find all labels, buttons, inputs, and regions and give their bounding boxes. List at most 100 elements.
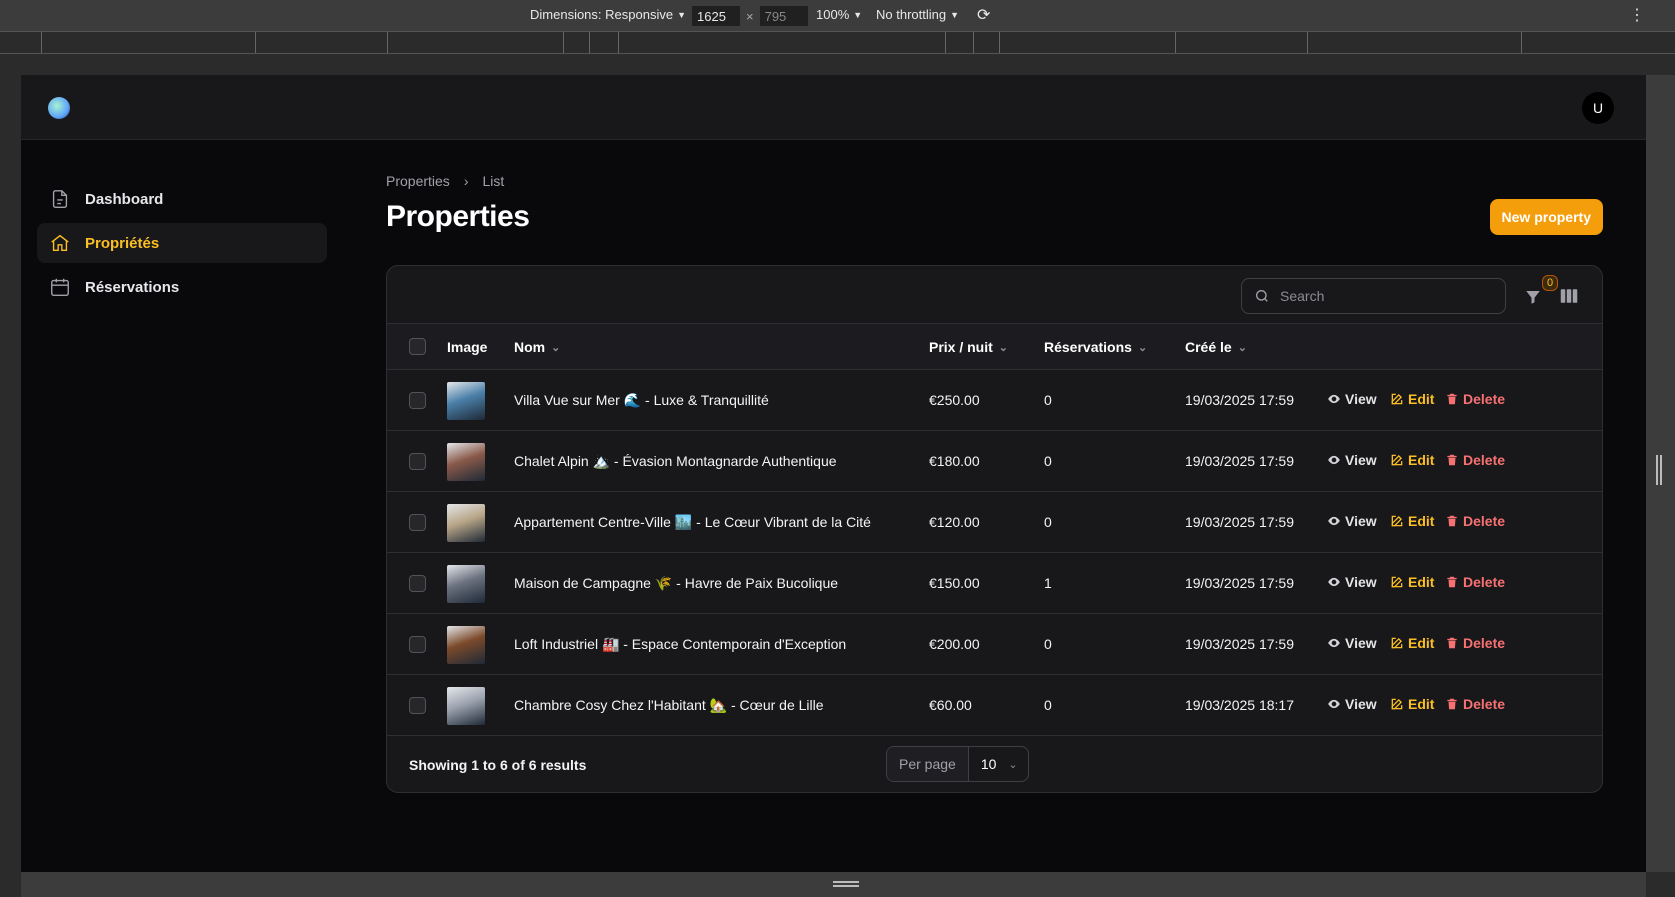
select-all-checkbox[interactable] <box>409 338 426 355</box>
col-reservations[interactable]: Réservations ⌄ <box>1044 339 1147 355</box>
user-avatar[interactable]: U <box>1582 92 1614 124</box>
search-input[interactable] <box>1280 288 1480 304</box>
property-created: 19/03/2025 18:17 <box>1185 697 1294 713</box>
row-checkbox[interactable] <box>409 392 426 409</box>
eye-icon <box>1327 697 1341 711</box>
page-title: Properties <box>386 200 530 233</box>
sidebar-item-reservations[interactable]: Réservations <box>37 267 327 307</box>
row-checkbox[interactable] <box>409 697 426 714</box>
eye-icon <box>1327 392 1341 406</box>
view-button[interactable]: View <box>1327 635 1377 651</box>
view-button[interactable]: View <box>1327 696 1377 712</box>
filter-icon[interactable] <box>1524 288 1542 306</box>
col-price-label: Prix / nuit <box>929 339 993 355</box>
property-image <box>447 443 485 481</box>
new-property-button[interactable]: New property <box>1489 199 1603 235</box>
table-row: Appartement Centre-Ville 🏙️ - Le Cœur Vi… <box>387 492 1602 553</box>
search-icon <box>1256 290 1268 302</box>
edit-label: Edit <box>1408 452 1435 468</box>
delete-label: Delete <box>1463 513 1506 529</box>
row-checkbox[interactable] <box>409 453 426 470</box>
edit-label: Edit <box>1408 574 1435 590</box>
col-created-label: Créé le <box>1185 339 1232 355</box>
property-created: 19/03/2025 17:59 <box>1185 575 1294 591</box>
delete-label: Delete <box>1463 574 1506 590</box>
delete-button[interactable]: Delete <box>1445 574 1505 590</box>
eye-icon <box>1327 575 1341 589</box>
property-image <box>447 382 485 420</box>
trash-icon <box>1445 636 1459 650</box>
view-label: View <box>1345 513 1377 529</box>
view-button[interactable]: View <box>1327 452 1377 468</box>
properties-table-card: 0 Image Nom ⌄ Prix / nuit ⌄ Réservations ⌄ … <box>386 265 1603 793</box>
sidebar-item-proprietes[interactable]: Propriétés <box>37 223 327 263</box>
table-row: Maison de Campagne 🌾 - Havre de Paix Buc… <box>387 553 1602 614</box>
breadcrumb-current: List <box>482 173 505 189</box>
calendar-icon <box>51 278 69 296</box>
dimensions-dropdown[interactable]: Dimensions: Responsive ▼ <box>530 7 686 22</box>
throttling-dropdown[interactable]: No throttling ▼ <box>876 7 959 22</box>
view-button[interactable]: View <box>1327 391 1377 407</box>
trash-icon <box>1445 575 1459 589</box>
breadcrumb: Properties › List <box>386 173 504 189</box>
breadcrumb-root[interactable]: Properties <box>386 173 450 189</box>
eye-icon <box>1327 514 1341 528</box>
app-logo[interactable] <box>48 97 70 119</box>
row-checkbox[interactable] <box>409 636 426 653</box>
edit-button[interactable]: Edit <box>1390 574 1434 590</box>
col-created[interactable]: Créé le ⌄ <box>1185 339 1247 355</box>
property-price: €150.00 <box>929 575 980 591</box>
edit-button[interactable]: Edit <box>1390 452 1434 468</box>
table-row: Loft Industriel 🏭 - Espace Contemporain … <box>387 614 1602 675</box>
property-reservations: 0 <box>1044 392 1052 408</box>
resize-handle-right[interactable] <box>1646 75 1675 872</box>
edit-button[interactable]: Edit <box>1390 635 1434 651</box>
delete-button[interactable]: Delete <box>1445 391 1505 407</box>
edit-label: Edit <box>1408 391 1435 407</box>
dimensions-label: Dimensions: Responsive <box>530 7 674 22</box>
property-price: €200.00 <box>929 636 980 652</box>
chevron-down-icon: ⌄ <box>1137 341 1148 354</box>
edit-label: Edit <box>1408 513 1435 529</box>
col-name[interactable]: Nom ⌄ <box>514 339 560 355</box>
delete-button[interactable]: Delete <box>1445 513 1505 529</box>
view-button[interactable]: View <box>1327 513 1377 529</box>
rotate-icon[interactable]: ⟳ <box>977 5 990 25</box>
view-label: View <box>1345 635 1377 651</box>
edit-button[interactable]: Edit <box>1390 391 1434 407</box>
table-row: Villa Vue sur Mer 🌊 - Luxe & Tranquillit… <box>387 370 1602 431</box>
property-reservations: 0 <box>1044 514 1052 530</box>
delete-button[interactable]: Delete <box>1445 452 1505 468</box>
per-page-value: 10 <box>980 756 997 772</box>
edit-icon <box>1390 636 1404 650</box>
height-input[interactable]: 795 <box>759 6 808 26</box>
row-checkbox[interactable] <box>409 575 426 592</box>
view-button[interactable]: View <box>1327 574 1377 590</box>
width-input[interactable]: 1625 <box>692 6 740 26</box>
col-price[interactable]: Prix / nuit ⌄ <box>929 339 1008 355</box>
property-reservations: 0 <box>1044 453 1052 469</box>
row-checkbox[interactable] <box>409 514 426 531</box>
trash-icon <box>1445 514 1459 528</box>
more-options-icon[interactable]: ⋮ <box>1629 5 1645 25</box>
resize-handle-bottom[interactable] <box>21 872 1646 897</box>
filter-count-badge: 0 <box>1542 275 1558 291</box>
delete-button[interactable]: Delete <box>1445 696 1505 712</box>
delete-button[interactable]: Delete <box>1445 635 1505 651</box>
eye-icon <box>1327 636 1341 650</box>
table-row: Chalet Alpin 🏔️ - Évasion Montagnarde Au… <box>387 431 1602 492</box>
edit-button[interactable]: Edit <box>1390 696 1434 712</box>
per-page-select[interactable]: Per page 10 ⌄ <box>886 746 1029 782</box>
property-reservations: 0 <box>1044 636 1052 652</box>
edit-icon <box>1390 697 1404 711</box>
table-header: Image Nom ⌄ Prix / nuit ⌄ Réservations ⌄ Cr… <box>387 324 1602 370</box>
edit-button[interactable]: Edit <box>1390 513 1434 529</box>
property-image <box>447 504 485 542</box>
columns-icon[interactable] <box>1560 288 1578 304</box>
per-page-label: Per page <box>887 747 969 781</box>
sidebar-item-dashboard[interactable]: Dashboard <box>37 179 327 219</box>
zoom-label: 100% <box>816 7 850 22</box>
edit-icon <box>1390 392 1404 406</box>
zoom-dropdown[interactable]: 100% ▼ <box>816 7 862 22</box>
property-image <box>447 626 485 664</box>
